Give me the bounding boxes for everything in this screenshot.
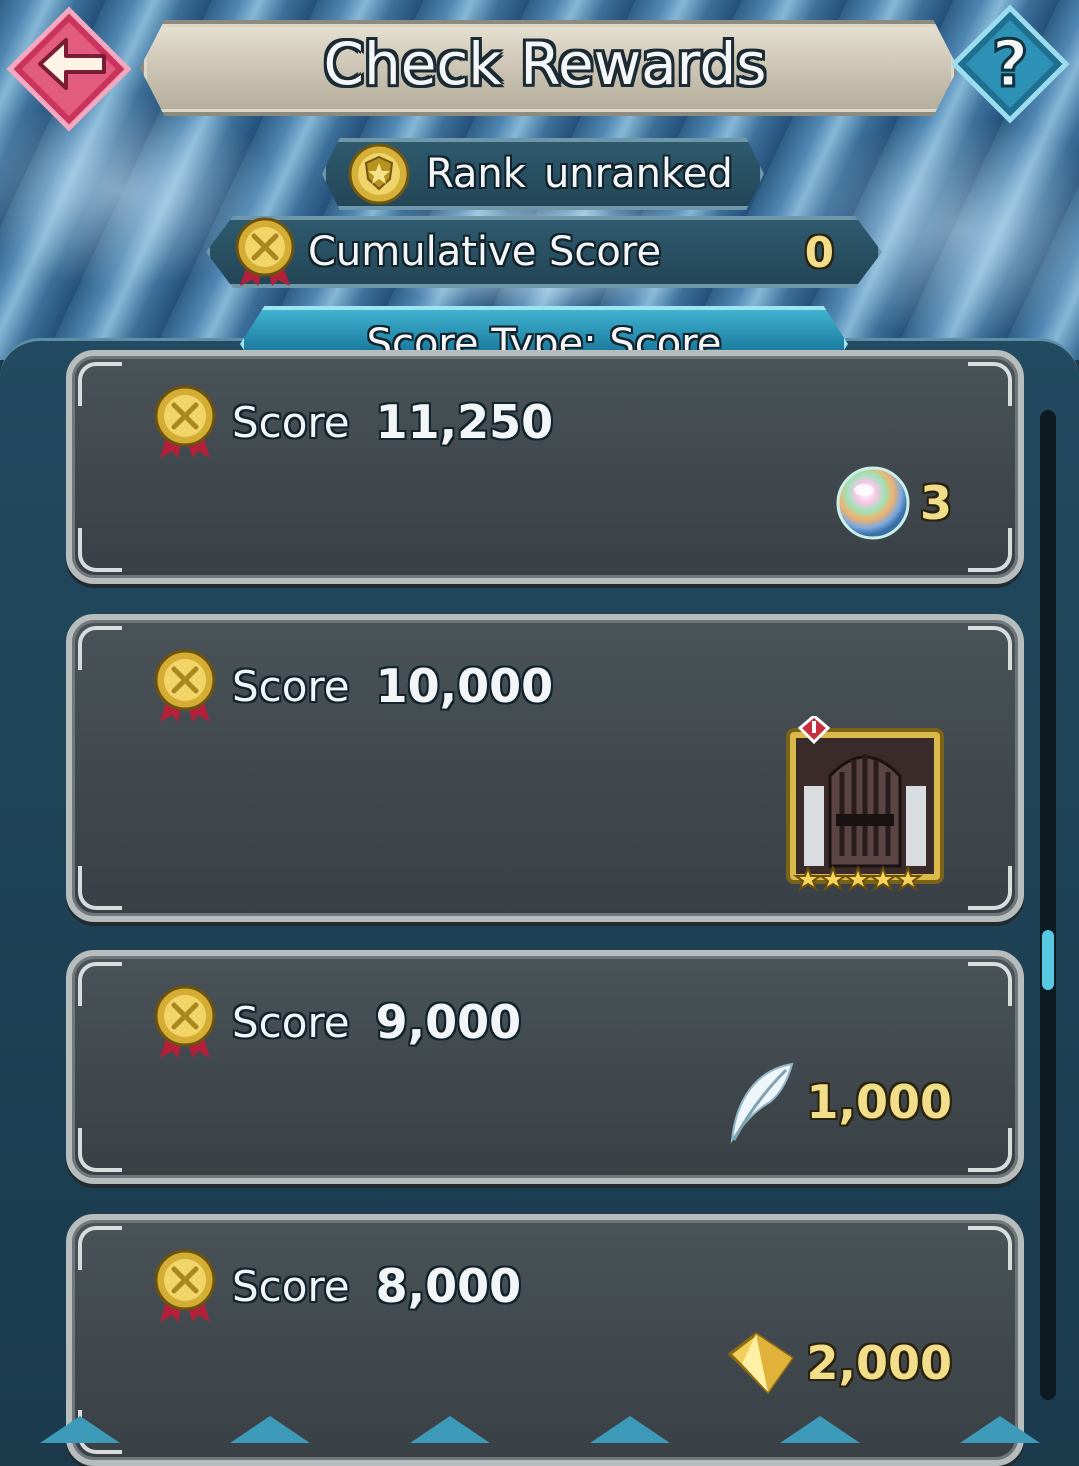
rank-shield-icon [348,143,410,205]
back-arrow-icon [6,6,132,132]
scrollbar-thumb[interactable] [1042,930,1054,990]
score-medal-icon [154,385,216,458]
cumulative-score-bar: Cumulative Score 0 [206,216,882,288]
score-medal-icon [235,217,295,286]
reward-quantity: 3 [919,476,952,530]
rank-value: unranked [543,151,733,197]
page-title: Check Rewards [323,30,767,98]
score-threshold: 9,000 [375,995,522,1049]
reward-quantity: 1,000 [806,1075,952,1129]
score-threshold: 8,000 [375,1259,522,1313]
score-threshold: 11,250 [375,395,554,449]
cumulative-score-value: 0 [804,227,834,277]
score-label: Score [232,397,350,447]
svg-text:?: ? [991,28,1028,102]
rank-label: Rank [426,151,526,197]
score-label: Score [232,1261,350,1311]
score-medal-icon [154,649,216,722]
hero-portrait-armored-knight-icon [786,716,944,892]
help-button[interactable]: ? [950,4,1070,124]
bottom-tab-strip [40,1416,1040,1443]
reward-card: Score 10,000 [66,614,1024,922]
score-label: Score [232,997,350,1047]
reward-card: Score 11,250 3 [66,350,1024,584]
rank-bar: Rank unranked [322,138,764,210]
back-button[interactable] [6,6,132,132]
reward-card: Score 9,000 1,000 [66,950,1024,1184]
score-threshold: 10,000 [375,659,554,713]
score-label: Score [232,661,350,711]
question-mark-icon: ? [950,4,1070,124]
score-medal-icon [154,1249,216,1322]
score-medal-icon [154,985,216,1058]
orb-icon [836,466,910,540]
reward-quantity: 2,000 [806,1336,952,1390]
feather-icon [731,1062,794,1144]
crystal-icon [728,1332,795,1395]
cumulative-score-label: Cumulative Score [308,229,662,275]
scrollbar-track[interactable] [1040,410,1056,1400]
